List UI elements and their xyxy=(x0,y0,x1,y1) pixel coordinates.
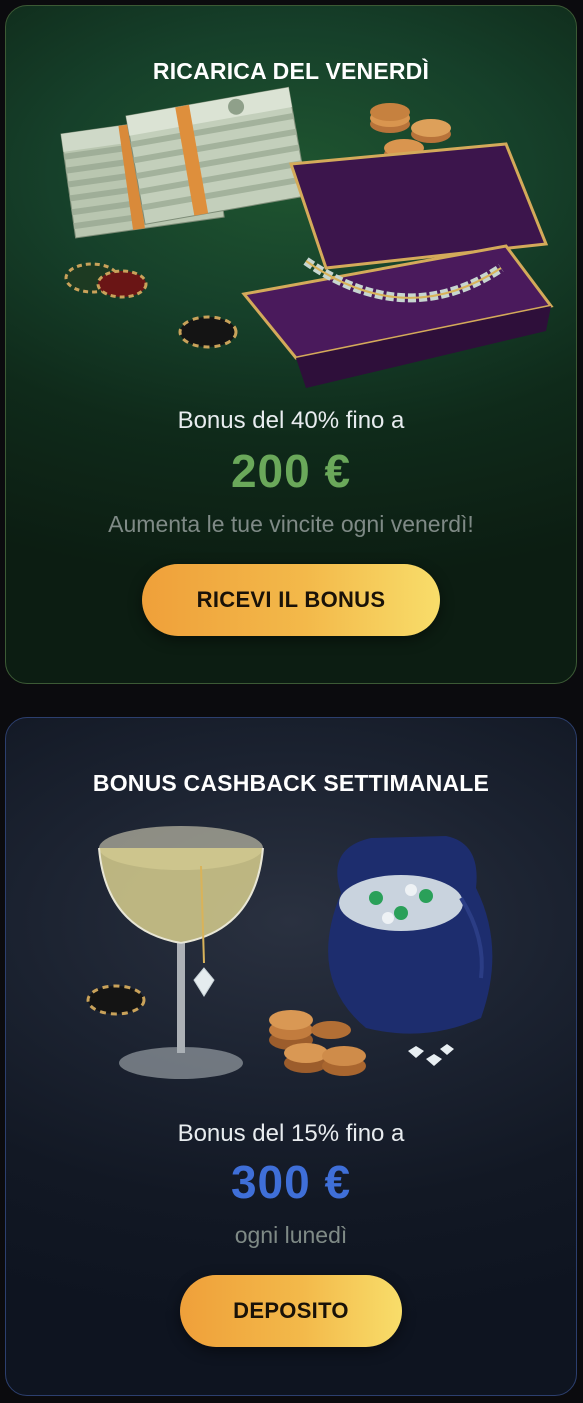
promo-card-friday-reload: RICARICA DEL VENERDÌ Bonus del 40% fino … xyxy=(5,5,577,684)
cash-stacks-icon xyxy=(60,86,309,239)
promo-description: ogni lunedì xyxy=(234,1222,348,1248)
velvet-gem-bag-icon xyxy=(328,836,493,1034)
gold-coins-icon xyxy=(269,1010,366,1076)
get-bonus-button[interactable]: RICEVI IL BONUS xyxy=(142,564,440,636)
diamonds-icon xyxy=(408,1044,454,1066)
promo-description: Aumenta le tue vincite ogni venerdì! xyxy=(108,511,474,537)
promo-subtitle: Bonus del 15% fino a xyxy=(177,1120,405,1147)
promo-card-weekly-cashback: BONUS CASHBACK SETTIMANALE Bonus del 15%… xyxy=(5,717,577,1396)
promo-amount: 200 € xyxy=(230,445,352,497)
poker-chips-icon xyxy=(64,262,238,349)
promo-illustration-cashback xyxy=(86,826,493,1079)
poker-chip-icon xyxy=(86,984,146,1016)
promo-subtitle: Bonus del 40% fino a xyxy=(177,407,405,434)
champagne-glass-icon xyxy=(98,826,264,1079)
promo-amount: 300 € xyxy=(230,1156,352,1208)
promo-illustration-friday xyxy=(60,86,554,388)
deposit-button[interactable]: DEPOSITO xyxy=(180,1275,402,1347)
